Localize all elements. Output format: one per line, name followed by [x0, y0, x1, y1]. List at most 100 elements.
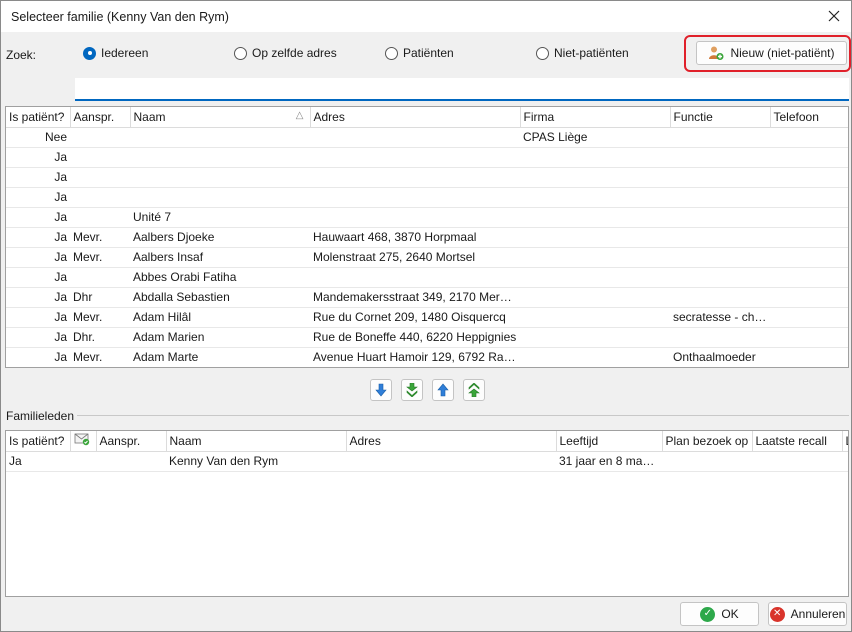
arrow-down-icon: [375, 383, 387, 397]
col-header-telefoon[interactable]: Telefoon: [770, 107, 848, 128]
table-cell: Ja: [6, 267, 70, 288]
radio-iedereen[interactable]: Iedereen: [83, 46, 148, 60]
family-col-naam[interactable]: Naam: [166, 431, 347, 452]
table-cell: [520, 187, 670, 208]
ok-label: OK: [721, 607, 739, 621]
table-cell: [520, 327, 670, 348]
table-cell: Abbes Orabi Fatiha: [130, 267, 310, 288]
table-cell: CPAS Liège: [520, 127, 670, 148]
cancel-x-icon: ✕: [769, 606, 785, 622]
table-cell: Dhr: [70, 287, 130, 308]
move-all-up-button[interactable]: [463, 379, 485, 401]
table-cell: [70, 451, 96, 472]
family-col-is-patient[interactable]: Is patiënt?: [6, 431, 71, 452]
col-header-naam[interactable]: Naam △: [130, 107, 311, 128]
table-cell: Aalbers Insaf: [130, 247, 310, 268]
family-col-adres[interactable]: Adres: [346, 431, 557, 452]
table-cell: [770, 227, 848, 248]
sort-ascending-icon: △: [295, 110, 304, 121]
table-cell: Ja: [6, 247, 70, 268]
table-cell: [70, 267, 130, 288]
table-cell: Mevr.: [70, 247, 130, 268]
table-cell: Ja: [6, 307, 70, 328]
table-cell: secratesse - che...: [670, 307, 770, 328]
table-cell: [770, 327, 848, 348]
table-cell: Ja: [6, 147, 70, 168]
col-header-is-patient[interactable]: Is patiënt?: [6, 107, 71, 128]
dialog-window: Selecteer familie (Kenny Van den Rym) Zo…: [0, 0, 852, 632]
table-cell: [670, 287, 770, 308]
ok-button[interactable]: ✓ OK: [680, 602, 759, 626]
family-header-row: Is patiënt? Aanspr. Naam Adres Leeftijd …: [6, 431, 848, 452]
cancel-button[interactable]: ✕ Annuleren: [768, 602, 847, 626]
radio-label: Niet-patiënten: [554, 46, 629, 60]
table-cell: Ja: [6, 167, 70, 188]
table-row[interactable]: Ja Mevr. Adam Hilâl Rue du Cornet 209, 1480…: [6, 307, 848, 328]
new-button-label: Nieuw (niet-patiënt): [730, 46, 835, 60]
table-row[interactable]: Ja Dhr. Adam Marien Rue de Boneffe 440, 622…: [6, 327, 848, 348]
radio-label: Op zelfde adres: [252, 46, 337, 60]
table-cell: Nee: [6, 127, 70, 148]
move-buttons: [370, 379, 485, 401]
family-col-contact[interactable]: [70, 431, 97, 452]
table-cell: 31 jaar en 8 maand: [556, 451, 662, 472]
radio-dot: [83, 46, 96, 60]
section-divider: [77, 415, 849, 416]
table-cell: Rue de Boneffe 440, 6220 Heppignies: [310, 327, 520, 348]
close-button[interactable]: [823, 5, 845, 27]
table-cell: [842, 451, 848, 472]
table-cell: [346, 451, 556, 472]
table-cell: [310, 127, 520, 148]
table-cell: Ja: [6, 187, 70, 208]
move-down-button[interactable]: [370, 379, 392, 401]
table-cell: Mevr.: [70, 307, 130, 328]
table-row[interactable]: Ja: [6, 147, 848, 168]
table-row[interactable]: Ja: [6, 167, 848, 188]
col-header-functie[interactable]: Functie: [670, 107, 771, 128]
new-non-patient-button[interactable]: Nieuw (niet-patiënt): [696, 41, 847, 65]
radio-op-zelfde-adres[interactable]: Op zelfde adres: [234, 46, 337, 60]
table-row[interactable]: Ja Dhr Abdalla Sebastien Mandemakersstraat …: [6, 287, 848, 308]
move-up-button[interactable]: [432, 379, 454, 401]
family-col-extra[interactable]: L: [842, 431, 848, 452]
table-row[interactable]: Ja Abbes Orabi Fatiha: [6, 267, 848, 288]
table-cell: [770, 147, 848, 168]
col-header-firma[interactable]: Firma: [520, 107, 671, 128]
table-row[interactable]: Ja Kenny Van den Rym 31 jaar en 8 maand: [6, 451, 848, 472]
table-row[interactable]: Ja Mevr. Aalbers Insaf Molenstraat 275, 264…: [6, 247, 848, 268]
table-cell: [670, 227, 770, 248]
table-cell: [662, 451, 752, 472]
table-row[interactable]: Ja Unité 7: [6, 207, 848, 228]
table-cell: Unité 7: [130, 207, 310, 228]
table-cell: [770, 167, 848, 188]
table-row[interactable]: Ja: [6, 187, 848, 208]
arrow-up-icon: [437, 383, 449, 397]
family-col-laatste-recall[interactable]: Laatste recall: [752, 431, 843, 452]
move-all-down-button[interactable]: [401, 379, 423, 401]
table-cell: [520, 267, 670, 288]
table-cell: [670, 207, 770, 228]
table-cell: [130, 187, 310, 208]
table-row[interactable]: Ja Mevr. Aalbers Djoeke Hauwaart 468, 3870 …: [6, 227, 848, 248]
family-col-plan-bezoek[interactable]: Plan bezoek op: [662, 431, 753, 452]
col-header-adres[interactable]: Adres: [310, 107, 521, 128]
family-col-leeftijd[interactable]: Leeftijd: [556, 431, 663, 452]
radio-niet-patienten[interactable]: Niet-patiënten: [536, 46, 629, 60]
table-row[interactable]: Nee CPAS Liège: [6, 127, 848, 148]
search-input[interactable]: [75, 78, 849, 101]
table-cell: Hauwaart 468, 3870 Horpmaal: [310, 227, 520, 248]
table-cell: [130, 147, 310, 168]
table-cell: Adam Marien: [130, 327, 310, 348]
radio-patienten[interactable]: Patiënten: [385, 46, 454, 60]
family-col-aanspr[interactable]: Aanspr.: [96, 431, 167, 452]
family-table: Is patiënt? Aanspr. Naam Adres Leeftijd …: [6, 431, 848, 472]
table-cell: Ja: [6, 327, 70, 348]
col-header-aanspr[interactable]: Aanspr.: [70, 107, 131, 128]
table-row[interactable]: Ja Mevr. Adam Marte Avenue Huart Hamoir 129…: [6, 347, 848, 367]
results-table: Is patiënt? Aanspr. Naam △ Adres Firma Fu…: [6, 107, 848, 367]
table-cell: [520, 147, 670, 168]
table-cell: Onthaalmoeder: [670, 347, 770, 367]
table-cell: Ja: [6, 451, 70, 472]
search-label: Zoek:: [6, 48, 37, 62]
add-person-icon: [709, 46, 724, 60]
